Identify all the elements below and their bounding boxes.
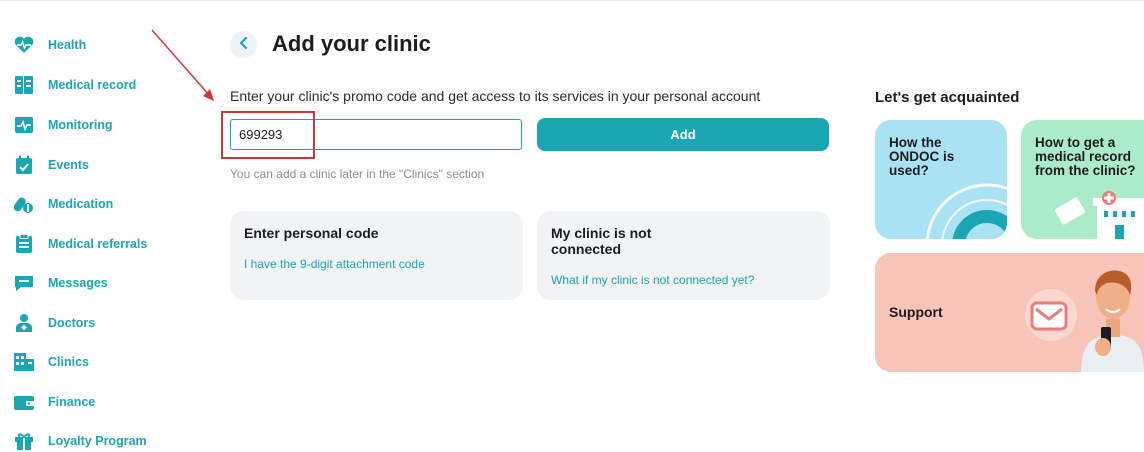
clinic-building-icon	[12, 351, 36, 373]
acquaint-title: Let's get acquainted	[875, 89, 1020, 106]
instruction-text: Enter your clinic's promo code and get a…	[230, 88, 761, 104]
rings-illustration	[925, 183, 1007, 239]
sidebar-item-health[interactable]: Health	[12, 33, 86, 57]
back-button[interactable]	[230, 31, 257, 58]
tile-support[interactable]: Support	[875, 253, 1144, 372]
sidebar-item-messages[interactable]: Messages	[12, 271, 108, 295]
monitoring-icon	[12, 114, 36, 136]
sidebar-item-label: Doctors	[48, 316, 96, 330]
sidebar-item-label: Medical record	[48, 78, 137, 92]
hospital-illustration	[1054, 191, 1144, 239]
sidebar-item-label: Monitoring	[48, 118, 113, 132]
card-title: My clinic is not connected	[551, 225, 652, 257]
doctor-icon	[12, 312, 36, 334]
pills-icon	[12, 193, 36, 215]
sidebar-item-label: Loyalty Program	[48, 434, 147, 448]
wallet-icon	[12, 391, 36, 413]
page-title: Add your clinic	[272, 31, 431, 56]
promo-code-input[interactable]	[230, 119, 522, 150]
chat-icon	[12, 272, 36, 294]
tile-text: How to get a medical record from the cli…	[1035, 135, 1136, 178]
tile-text: Support	[889, 304, 943, 320]
heart-pulse-icon	[12, 34, 36, 56]
sidebar-item-label: Medication	[48, 197, 114, 211]
calendar-icon	[12, 154, 36, 176]
medical-record-icon	[12, 74, 36, 96]
sidebar-item-finance[interactable]: Finance	[12, 390, 95, 414]
sidebar-item-events[interactable]: Events	[12, 153, 89, 177]
sidebar-item-label: Messages	[48, 276, 108, 290]
sidebar-item-label: Health	[48, 38, 87, 52]
tile-how-ondoc-used[interactable]: How the ONDOC is used?	[875, 120, 1007, 239]
clinic-not-connected-link[interactable]: What if my clinic is not connected yet?	[551, 273, 754, 287]
sidebar-item-clinics[interactable]: Clinics	[12, 350, 89, 374]
support-person-illustration	[1025, 270, 1144, 372]
sidebar-item-loyalty-program[interactable]: Loyalty Program	[12, 429, 147, 452]
hint-text: You can add a clinic later in the "Clini…	[230, 167, 485, 181]
sidebar-item-label: Finance	[48, 395, 96, 409]
referral-clipboard-icon	[12, 233, 36, 255]
sidebar-item-medical-referrals[interactable]: Medical referrals	[12, 232, 147, 256]
gift-icon	[12, 430, 36, 452]
top-divider	[0, 0, 1144, 1]
sidebar-item-label: Events	[48, 158, 89, 172]
sidebar-item-doctors[interactable]: Doctors	[12, 311, 95, 335]
sidebar-item-label: Medical referrals	[48, 237, 148, 251]
tile-text: How the ONDOC is used?	[889, 135, 955, 178]
card-title: Enter personal code	[244, 225, 379, 241]
clinic-not-connected-card[interactable]: My clinic is not connected What if my cl…	[537, 211, 830, 300]
sidebar-item-medical-record[interactable]: Medical record	[12, 73, 136, 97]
chevron-left-icon	[239, 36, 249, 54]
sidebar-item-label: Clinics	[48, 355, 89, 369]
tile-medical-record-from-clinic[interactable]: How to get a medical record from the cli…	[1021, 120, 1144, 239]
sidebar-item-monitoring[interactable]: Monitoring	[12, 113, 113, 137]
personal-code-card[interactable]: Enter personal code I have the 9-digit a…	[230, 211, 523, 300]
add-button[interactable]: Add	[537, 118, 829, 151]
sidebar-item-medication[interactable]: Medication	[12, 192, 113, 216]
attachment-code-link[interactable]: I have the 9-digit attachment code	[244, 257, 425, 271]
